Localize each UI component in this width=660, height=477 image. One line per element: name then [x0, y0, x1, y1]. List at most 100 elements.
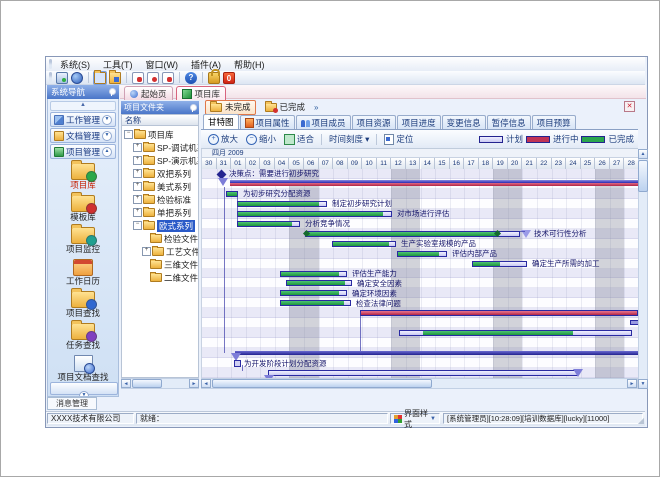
gantt-button-放大[interactable]: +放大 — [205, 132, 241, 146]
expand-icon[interactable]: + — [133, 169, 142, 178]
gantt-button-缩小[interactable]: −缩小 — [243, 132, 279, 146]
gantt-tab-项目进度[interactable]: 项目进度 — [397, 115, 441, 129]
schedule-clock-icon[interactable] — [147, 72, 159, 84]
expand-icon[interactable]: + — [133, 182, 142, 191]
gantt-bar-fragment[interactable] — [630, 320, 638, 325]
sidebar-item-任务查找[interactable]: 任务查找 — [48, 320, 118, 351]
scroll-left-button[interactable]: ◄ — [201, 379, 211, 388]
expand-icon[interactable]: + — [133, 143, 142, 152]
gantt-task-bar[interactable] — [305, 231, 520, 237]
chevron-down-icon[interactable]: ▼ — [102, 115, 112, 125]
gantt-task-bar[interactable] — [472, 261, 527, 267]
expand-icon[interactable]: + — [133, 195, 142, 204]
gantt-summary-bar[interactable] — [235, 351, 638, 355]
close-icon[interactable]: ✕ — [624, 101, 635, 112]
menu-item-1[interactable]: 工具(T) — [103, 58, 133, 71]
ui-style-button[interactable]: 界面样式 ▼ — [390, 413, 440, 424]
gantt-inprogress-bar[interactable] — [360, 310, 638, 316]
tab-message-management[interactable]: 消息管理 — [47, 397, 97, 410]
sidebar-item-工作日历[interactable]: 工作日历 — [48, 256, 118, 287]
tree-node-三维文件[interactable]: 三维文件 — [122, 258, 198, 271]
gantt-task-bar[interactable] — [399, 330, 632, 336]
sidebar-group-partial[interactable]: ▼ — [50, 382, 118, 395]
tree-node-美式系列[interactable]: +美式系列 — [122, 180, 198, 193]
gantt-task-bar[interactable] — [280, 271, 347, 277]
vertical-scroll-thumb[interactable] — [638, 160, 648, 192]
gantt-task-bar[interactable] — [286, 280, 352, 286]
sidebar-item-模板库[interactable]: 模板库 — [48, 192, 118, 223]
tree-node-检验标准[interactable]: +检验标准 — [122, 193, 198, 206]
menu-item-4[interactable]: 帮助(H) — [234, 58, 265, 71]
gantt-tab-项目成员[interactable]: 项目成员 — [296, 115, 351, 129]
sidebar-item-项目文档查找[interactable]: 项目文档查找 — [48, 352, 118, 383]
folder-chart-icon[interactable] — [109, 72, 121, 84]
tree-node-工艺文件[interactable]: +工艺文件 — [122, 245, 198, 258]
tab-project-library[interactable]: 项目库 — [176, 86, 227, 100]
gantt-plan-bar[interactable] — [268, 370, 578, 376]
gantt-task-bar[interactable] — [397, 251, 447, 257]
gantt-tab-项目资源[interactable]: 项目资源 — [352, 115, 396, 129]
gantt-task-bar[interactable] — [280, 290, 347, 296]
monitor-icon[interactable] — [56, 72, 68, 84]
tree-node-项目库[interactable]: −项目库 — [122, 128, 198, 141]
tree-node-二维文件[interactable]: 二维文件 — [122, 271, 198, 284]
tree-node-SP-调试机系[interactable]: +SP-调试机系 — [122, 141, 198, 154]
tree-scroll-right-button[interactable]: ► — [189, 379, 199, 388]
expand-icon[interactable]: + — [142, 247, 151, 256]
menu-item-0[interactable]: 系统(S) — [60, 58, 90, 71]
expand-icon[interactable]: + — [133, 156, 142, 165]
gantt-task-bar[interactable] — [237, 221, 300, 227]
summary-collapsed-icon[interactable] — [234, 360, 241, 367]
menu-item-2[interactable]: 窗口(W) — [146, 58, 179, 71]
lock-icon[interactable] — [208, 72, 220, 84]
horizontal-scroll-thumb[interactable] — [212, 379, 432, 388]
scroll-down-button[interactable]: ▼ — [638, 379, 648, 389]
schedule-add-icon[interactable] — [132, 72, 144, 84]
tree-scroll-left-button[interactable]: ◄ — [121, 379, 131, 388]
filter-unfinished-button[interactable]: 未完成 — [205, 100, 256, 115]
tab-home[interactable]: 起始页 — [124, 86, 173, 100]
gantt-tab-项目属性[interactable]: 项目属性 — [240, 115, 295, 129]
exit-icon[interactable]: 0 — [223, 72, 235, 84]
gantt-task-bar[interactable] — [332, 241, 396, 247]
tree-node-单把系列[interactable]: +单把系列 — [122, 206, 198, 219]
gantt-task-bar[interactable] — [280, 300, 351, 306]
globe-icon[interactable] — [71, 72, 83, 84]
sidebar-group-0[interactable]: 工作管理▼ — [50, 112, 116, 127]
chevron-up-icon[interactable]: ▲ — [102, 147, 112, 157]
collapse-icon[interactable]: − — [124, 130, 133, 139]
sidebar-group-2[interactable]: 项目管理▲ — [50, 144, 116, 159]
gantt-button-时间刻度[interactable]: 时间刻度▾ — [326, 132, 372, 146]
gantt-summary-progress-bar[interactable] — [230, 183, 638, 186]
tree-scroll-thumb[interactable] — [132, 379, 162, 388]
overflow-chevron-icon[interactable]: » — [314, 103, 318, 112]
gantt-tab-变更信息[interactable]: 变更信息 — [442, 115, 486, 129]
tree-column-header[interactable]: 名称 — [121, 114, 199, 126]
resize-grip[interactable]: ◢ — [638, 416, 644, 425]
tree-node-SP-演示机系[interactable]: +SP-演示机系 — [122, 154, 198, 167]
collapse-icon[interactable]: − — [133, 221, 142, 230]
sidebar-collapse-button[interactable]: ▲ — [50, 101, 116, 111]
gantt-task-bar[interactable] — [237, 211, 392, 217]
gantt-tab-暂停信息[interactable]: 暂停信息 — [487, 115, 531, 129]
gantt-button-适合[interactable]: 适合 — [281, 132, 317, 146]
tree-node-欧式系列[interactable]: −欧式系列 — [122, 219, 198, 232]
sidebar-item-项目库[interactable]: 项目库 — [48, 160, 118, 191]
gantt-tab-项目预算[interactable]: 项目预算 — [532, 115, 576, 129]
scroll-right-button[interactable]: ► — [627, 379, 637, 388]
schedule-close-icon[interactable] — [162, 72, 174, 84]
chevron-down-icon[interactable]: ▼ — [102, 131, 112, 141]
help-icon[interactable]: ? — [185, 72, 197, 84]
gantt-button-定位[interactable]: 定位 — [381, 132, 416, 146]
tree-node-检验文件[interactable]: 检验文件 — [122, 232, 198, 245]
scroll-up-button[interactable]: ▲ — [638, 149, 648, 159]
tree-node-双把系列[interactable]: +双把系列 — [122, 167, 198, 180]
gantt-tab-甘特图[interactable]: 甘特图 — [203, 114, 239, 129]
pin-icon[interactable] — [189, 104, 196, 112]
sidebar-group-1[interactable]: 文档管理▼ — [50, 128, 116, 143]
gantt-task-bar[interactable] — [237, 201, 327, 207]
pin-icon[interactable] — [108, 88, 115, 96]
folder-open-icon[interactable] — [94, 72, 106, 84]
sidebar-item-项目监控[interactable]: 项目监控 — [48, 224, 118, 255]
filter-finished-button[interactable]: 已完成 — [260, 100, 311, 115]
